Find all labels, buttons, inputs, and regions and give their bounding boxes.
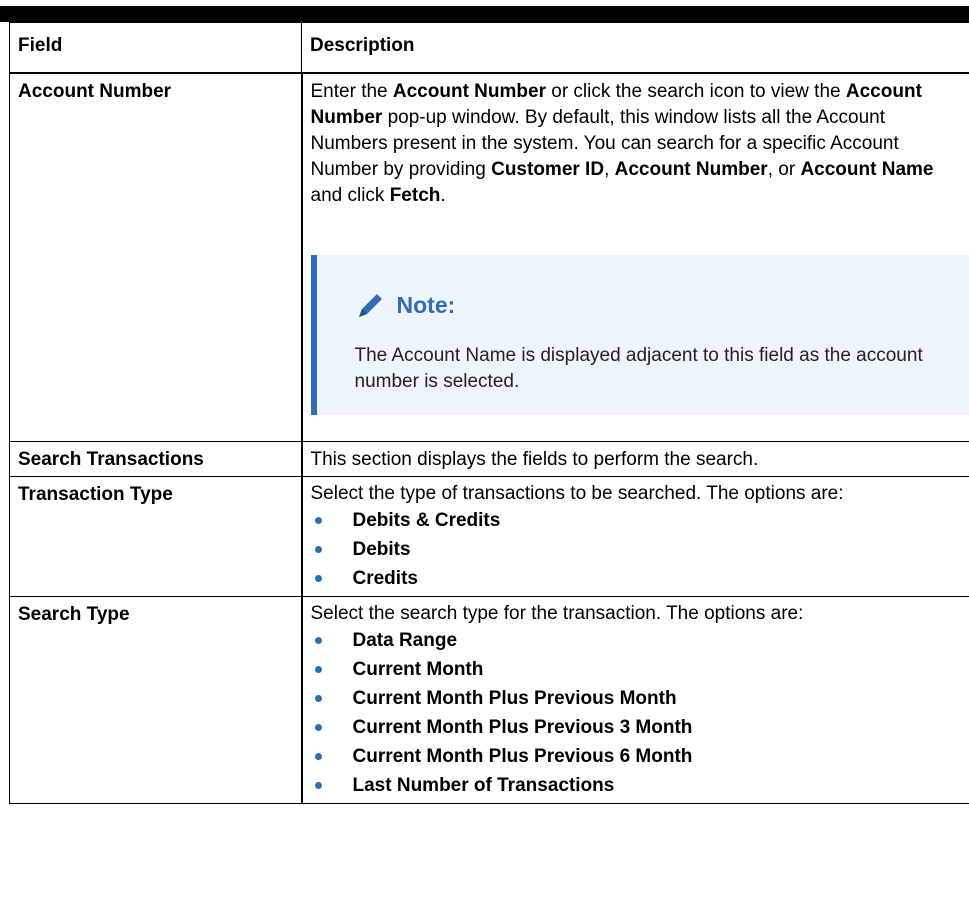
bullet-icon — [314, 724, 322, 731]
table-row: Transaction Type Select the type of tran… — [9, 476, 969, 597]
list-item: Debits & Credits — [311, 506, 964, 535]
list-item: Current Month Plus Previous Month — [311, 684, 964, 713]
top-rule — [0, 6, 969, 22]
transaction-type-options: Debits & Credits Debits Credits — [311, 506, 964, 593]
table-row: Account Number Enter the Account Number … — [9, 72, 969, 442]
document-page: Field Description Account Number Enter t… — [0, 0, 969, 905]
table-header-row: Field Description — [9, 22, 969, 74]
field-account-number: Account Number — [9, 72, 302, 442]
bullet-icon — [314, 546, 322, 553]
description-account-number: Enter the Account Number or click the se… — [300, 72, 969, 442]
bullet-icon — [314, 753, 322, 760]
description-search-transactions: This section displays the fields to perf… — [300, 441, 969, 477]
transaction-type-intro: Select the type of transactions to be se… — [310, 483, 844, 504]
bullet-icon — [314, 637, 322, 644]
bullet-icon — [314, 517, 322, 524]
bullet-icon — [314, 666, 322, 673]
search-type-options: Data Range Current Month Current Month P… — [311, 626, 964, 800]
header-description: Description — [301, 22, 969, 74]
note-body: The Account Name is displayed adjacent t… — [354, 345, 923, 392]
table-row: Search Type Select the search type for t… — [9, 596, 969, 804]
account-number-description-text: Enter the Account Number or click the se… — [310, 81, 934, 206]
bullet-icon — [314, 782, 322, 789]
field-transaction-type: Transaction Type — [9, 476, 302, 597]
field-search-transactions: Search Transactions — [9, 441, 302, 477]
search-type-intro: Select the search type for the transacti… — [310, 603, 804, 624]
note-header: Note: — [355, 285, 969, 325]
list-item: Credits — [311, 564, 964, 593]
note-callout: Note: The Account Name is displayed adja… — [310, 255, 969, 415]
note-title: Note: — [396, 292, 456, 318]
bullet-icon — [314, 575, 322, 582]
pencil-icon — [355, 289, 387, 321]
list-item: Current Month Plus Previous 3 Month — [311, 713, 964, 742]
list-item: Current Month — [311, 655, 964, 684]
description-transaction-type: Select the type of transactions to be se… — [300, 476, 969, 597]
list-item: Current Month Plus Previous 6 Month — [311, 742, 964, 771]
field-description-table: Field Description Account Number Enter t… — [9, 22, 969, 804]
list-item: Last Number of Transactions — [311, 771, 964, 800]
table-row: Search Transactions This section display… — [9, 441, 969, 477]
description-search-type: Select the search type for the transacti… — [300, 596, 969, 804]
bullet-icon — [314, 695, 322, 702]
field-search-type: Search Type — [9, 596, 302, 804]
header-field: Field — [9, 22, 302, 74]
list-item: Data Range — [311, 626, 964, 655]
list-item: Debits — [311, 535, 964, 564]
